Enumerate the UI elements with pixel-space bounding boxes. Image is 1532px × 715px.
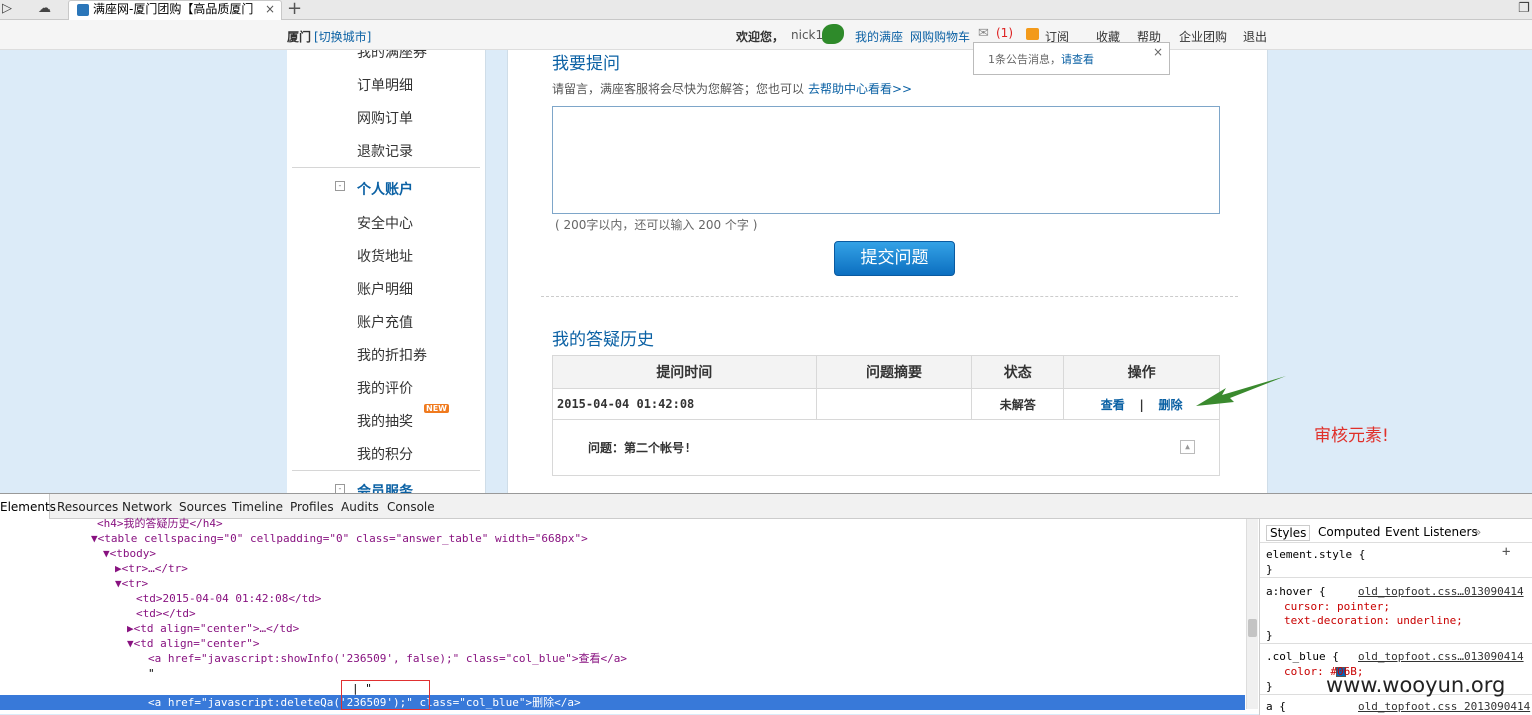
dom-line[interactable]: <h4>我的答疑历史</h4> bbox=[97, 516, 223, 531]
tab-network[interactable]: Network bbox=[122, 500, 172, 514]
style-rule: a { bbox=[1266, 700, 1286, 713]
annotation-label: 审核元素! bbox=[1314, 426, 1389, 446]
style-divider bbox=[1260, 577, 1532, 578]
devtools-panel: Elements Resources Network Sources Timel… bbox=[0, 493, 1532, 715]
dom-line[interactable]: ▶<tr>…</tr> bbox=[115, 561, 188, 576]
tab-timeline[interactable]: Timeline bbox=[232, 500, 283, 514]
tab-computed[interactable]: Computed bbox=[1318, 525, 1380, 539]
scrollbar-thumb[interactable] bbox=[1248, 619, 1257, 637]
style-rule: a:hover { bbox=[1266, 585, 1326, 598]
style-divider bbox=[1260, 643, 1532, 644]
dom-line[interactable]: <a href="javascript:showInfo('236509', f… bbox=[148, 651, 627, 666]
styles-tab-bar: Styles Computed Event Listeners » bbox=[1260, 519, 1532, 543]
tab-console[interactable]: Console bbox=[387, 500, 435, 514]
dom-line[interactable]: " bbox=[148, 666, 155, 681]
add-rule-icon[interactable]: + bbox=[1502, 545, 1510, 560]
green-arrow-icon bbox=[1196, 376, 1286, 406]
style-rule: } bbox=[1266, 680, 1273, 693]
tab-elements[interactable]: Elements bbox=[0, 494, 56, 519]
style-declaration: text-decoration: underline; bbox=[1284, 614, 1463, 627]
highlight-box bbox=[341, 680, 430, 710]
dom-line[interactable]: ▼<tbody> bbox=[103, 546, 156, 561]
style-declaration: cursor: pointer; bbox=[1284, 600, 1390, 613]
tab-event-listeners[interactable]: Event Listeners bbox=[1385, 525, 1478, 539]
tab-sources[interactable]: Sources bbox=[179, 500, 226, 514]
dom-line[interactable]: ▼<td align="center"> bbox=[127, 636, 259, 651]
dom-line[interactable]: <td></td> bbox=[136, 606, 196, 621]
tab-styles[interactable]: Styles bbox=[1266, 525, 1311, 541]
style-source-link[interactable]: old_topfoot.css 2013090414 bbox=[1358, 699, 1530, 714]
style-source-link[interactable]: old_topfoot.css…013090414 bbox=[1358, 649, 1524, 664]
tab-audits[interactable]: Audits bbox=[341, 500, 379, 514]
tab-resources[interactable]: Resources bbox=[57, 500, 118, 514]
tab-more[interactable]: » bbox=[1474, 525, 1481, 539]
dom-line[interactable]: ▶<td align="center">…</td> bbox=[127, 621, 299, 636]
tab-profiles[interactable]: Profiles bbox=[290, 500, 334, 514]
elements-scrollbar[interactable] bbox=[1246, 519, 1258, 709]
style-rule: } bbox=[1266, 563, 1273, 576]
style-rule: .col_blue { bbox=[1266, 650, 1339, 663]
dom-line[interactable]: ▼<tr> bbox=[115, 576, 148, 591]
devtools-tab-bar: Elements Resources Network Sources Timel… bbox=[0, 494, 1532, 519]
style-rule: } bbox=[1266, 629, 1273, 642]
watermark: www.wooyun.org bbox=[1326, 673, 1506, 697]
dom-line[interactable]: ▼<table cellspacing="0" cellpadding="0" … bbox=[91, 531, 588, 546]
dom-line[interactable]: <td>2015-04-04 01:42:08</td> bbox=[136, 591, 321, 606]
style-rule: element.style { bbox=[1266, 548, 1366, 561]
style-source-link[interactable]: old_topfoot.css…013090414 bbox=[1358, 584, 1524, 599]
